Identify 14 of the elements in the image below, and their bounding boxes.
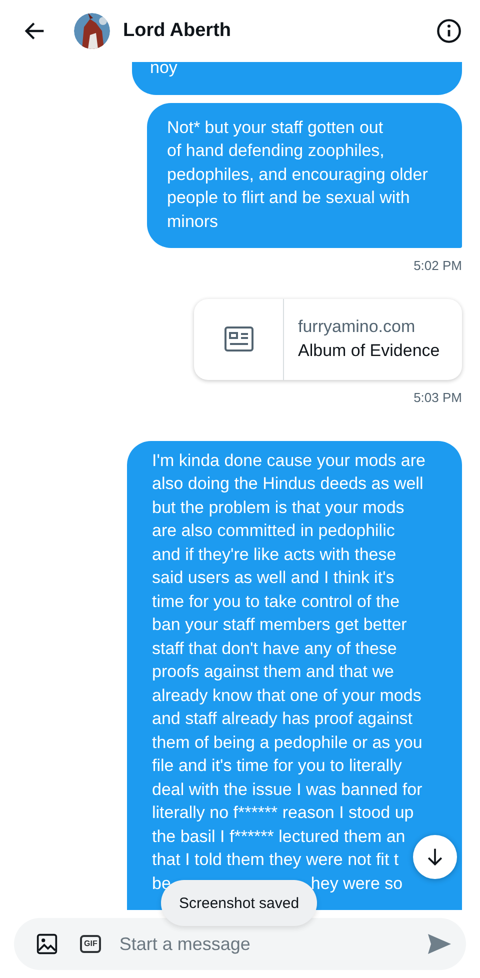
link-title: Album of Evidence [298,341,440,362]
message-time: 5:03 PM [414,390,462,404]
message-time: 5:02 PM [414,258,462,273]
link-card[interactable]: furryamino.com Album of Evidence [194,299,462,380]
link-domain: furryamino.com [298,317,416,338]
send-icon[interactable] [426,932,452,956]
message-bubble: noy [132,62,462,94]
message-field[interactable]: GIF Start a message [14,918,466,970]
gif-button[interactable]: GIF [80,935,102,953]
image-icon[interactable] [36,933,58,955]
contact-name: Lord Aberth [123,20,232,42]
message-bubble: Not* but your staff gotten out of hand defending zoophiles, pedophiles, and encouraging older people to flirt and be sexual with minors [147,102,462,248]
article-icon [224,326,254,352]
info-icon[interactable] [436,18,462,44]
